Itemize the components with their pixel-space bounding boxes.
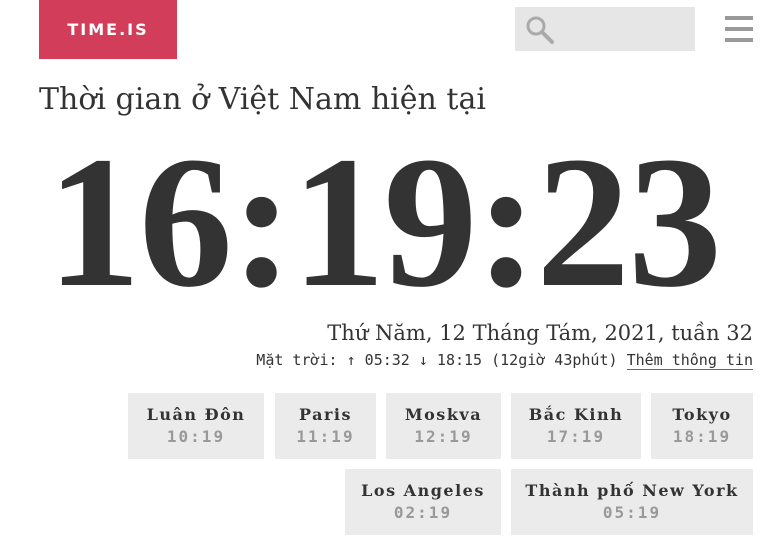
city-name: Thành phố New York xyxy=(525,481,739,500)
more-info-link[interactable]: Thêm thông tin xyxy=(626,351,753,370)
city-clock-los-angeles[interactable]: Los Angeles 02:19 xyxy=(345,469,501,535)
city-time: 10:19 xyxy=(166,427,226,446)
sun-info: Mặt trời: ↑ 05:32 ↓ 18:15 (12giờ 43phút)… xyxy=(256,349,753,371)
city-name: Paris xyxy=(299,405,352,424)
search-input[interactable] xyxy=(559,7,699,53)
city-clock-new-york[interactable]: Thành phố New York 05:19 xyxy=(511,469,753,535)
city-name: Moskva xyxy=(404,405,483,424)
city-time: 05:19 xyxy=(602,503,662,522)
time-is-logo[interactable]: TIME.IS xyxy=(39,0,177,59)
search-icon[interactable] xyxy=(525,15,555,45)
search-box[interactable] xyxy=(515,7,699,53)
city-time: 11:19 xyxy=(296,427,355,446)
city-name: Luân Đôn xyxy=(146,405,246,424)
current-time-clock: 16:19:23 xyxy=(46,117,722,326)
city-clock-paris[interactable]: Paris 11:19 xyxy=(275,393,376,459)
city-time: 18:19 xyxy=(672,427,732,446)
city-name: Bắc Kinh xyxy=(528,405,624,424)
city-clock-moscow[interactable]: Moskva 12:19 xyxy=(386,393,501,459)
city-time: 02:19 xyxy=(393,503,453,522)
city-name: Tokyo xyxy=(672,405,732,424)
city-clock-tokyo[interactable]: Tokyo 18:19 xyxy=(651,393,753,459)
hamburger-menu-icon[interactable] xyxy=(725,16,753,42)
city-time: 12:19 xyxy=(414,427,473,446)
city-time: 17:19 xyxy=(546,427,606,446)
city-clock-london[interactable]: Luân Đôn 10:19 xyxy=(128,393,264,459)
city-clock-beijing[interactable]: Bắc Kinh 17:19 xyxy=(511,393,641,459)
current-date: Thứ Năm, 12 Tháng Tám, 2021, tuần 32 xyxy=(327,321,753,345)
sun-times: Mặt trời: ↑ 05:32 ↓ 18:15 (12giờ 43phút) xyxy=(256,351,618,369)
city-name: Los Angeles xyxy=(361,481,485,500)
page-title: Thời gian ở Việt Nam hiện tại xyxy=(39,82,486,117)
